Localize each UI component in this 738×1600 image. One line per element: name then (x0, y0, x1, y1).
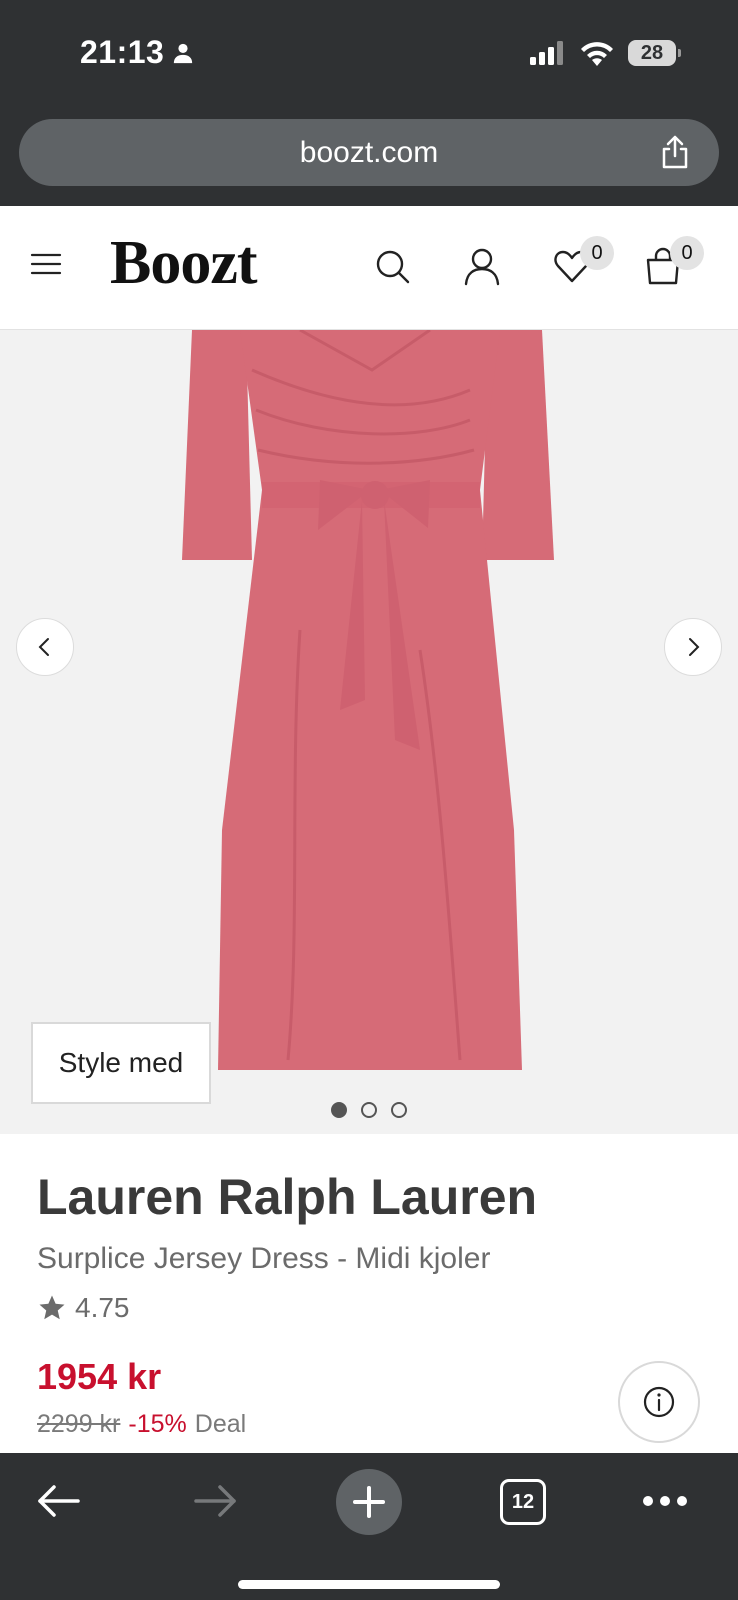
plus-icon (353, 1486, 385, 1518)
hamburger-menu-icon[interactable] (30, 248, 62, 280)
product-image-gallery[interactable]: Style med (0, 330, 738, 1134)
url-text: boozt.com (299, 135, 439, 169)
back-button[interactable] (24, 1471, 94, 1531)
more-dots-icon (643, 1496, 687, 1506)
tabs-button[interactable]: 12 (500, 1479, 546, 1525)
previous-image-button[interactable] (16, 618, 74, 676)
cart-count-badge: 0 (670, 236, 704, 270)
pagination-dot[interactable] (361, 1102, 377, 1118)
home-indicator[interactable] (238, 1580, 500, 1589)
product-rating[interactable]: 4.75 (37, 1292, 130, 1324)
new-tab-button[interactable] (336, 1469, 402, 1535)
site-header: Boozt 0 0 (0, 206, 738, 330)
browser-bottom-toolbar: 12 (0, 1453, 738, 1600)
person-icon (174, 43, 193, 63)
share-icon[interactable] (657, 134, 693, 170)
info-button[interactable] (618, 1361, 700, 1443)
discount-percent: -15% (128, 1410, 187, 1438)
gallery-pagination (0, 1102, 738, 1118)
more-options-button[interactable] (630, 1471, 700, 1531)
arrow-left-icon (38, 1485, 80, 1517)
deal-label: Deal (194, 1410, 247, 1438)
forward-button[interactable] (180, 1471, 250, 1531)
wifi-icon (581, 42, 613, 66)
chevron-left-icon (38, 638, 49, 656)
arrow-right-icon (194, 1485, 236, 1517)
status-icons: 28 (530, 40, 681, 66)
browser-top-bar: 21:13 28 boozt.com (0, 0, 738, 206)
style-with-button[interactable]: Style med (31, 1022, 211, 1104)
search-icon[interactable] (372, 246, 412, 286)
battery-indicator: 28 (628, 40, 681, 66)
chevron-right-icon (689, 638, 700, 656)
product-image (182, 330, 554, 1070)
status-time: 21:13 (80, 34, 194, 71)
price-details: 2299 kr -15% Deal (37, 1410, 246, 1439)
cellular-signal-icon (530, 41, 563, 65)
rating-value: 4.75 (75, 1292, 130, 1323)
product-name: Surplice Jersey Dress - Midi kjoler (37, 1242, 491, 1275)
next-image-button[interactable] (664, 618, 722, 676)
star-icon (39, 1295, 65, 1320)
pagination-dot[interactable] (391, 1102, 407, 1118)
product-brand[interactable]: Lauren Ralph Lauren (37, 1168, 537, 1226)
original-price: 2299 kr (37, 1410, 121, 1438)
wishlist-count-badge: 0 (580, 236, 614, 270)
current-price: 1954 kr (37, 1356, 162, 1397)
pagination-dot[interactable] (331, 1102, 347, 1118)
boozt-logo[interactable]: Boozt (110, 228, 258, 299)
info-icon (643, 1386, 675, 1418)
clock-text: 21:13 (80, 34, 165, 70)
address-bar[interactable]: boozt.com (19, 119, 719, 186)
account-icon[interactable] (462, 246, 502, 286)
